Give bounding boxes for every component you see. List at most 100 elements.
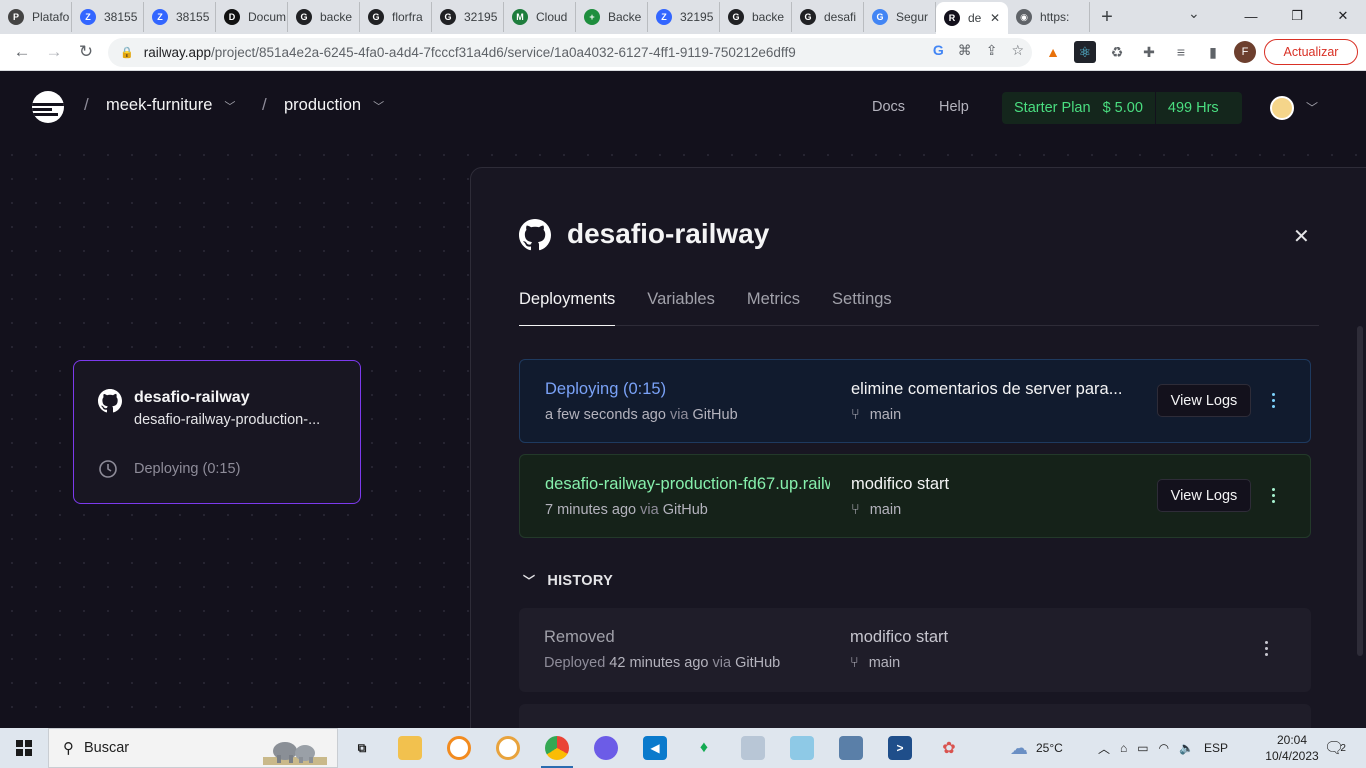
browser-tab[interactable]: D Docum [216, 2, 288, 32]
project-selector[interactable]: meek-furniture ﹀ [106, 96, 235, 115]
help-link[interactable]: Help [939, 99, 969, 115]
view-logs-button[interactable]: View Logs [1157, 479, 1251, 512]
tab-favicon-icon: R [944, 10, 960, 26]
reload-icon[interactable]: ↻ [70, 36, 102, 68]
service-status: Deploying (0:15) [134, 461, 241, 477]
google-icon[interactable]: G [933, 42, 944, 59]
service-url[interactable]: desafio-railway-production-... [134, 412, 320, 428]
weather-widget[interactable]: ☁ 25°C [1010, 728, 1063, 768]
minimize-icon[interactable]: — [1228, 0, 1274, 32]
view-logs-button[interactable]: View Logs [1157, 384, 1251, 417]
browser-tab[interactable]: G Segur [864, 2, 936, 32]
extension-lighthouse-icon[interactable]: ▲ [1042, 41, 1064, 63]
translate-icon[interactable]: ⌘ [958, 42, 972, 59]
chrome-icon[interactable] [541, 736, 573, 768]
docs-link[interactable]: Docs [872, 99, 905, 115]
side-panel-icon[interactable]: ▮ [1202, 41, 1224, 63]
app-icon[interactable] [741, 736, 765, 760]
file-explorer-icon[interactable] [398, 736, 422, 760]
media-queue-icon[interactable]: ≡ [1170, 41, 1192, 63]
maximize-icon[interactable]: ❐ [1274, 0, 1320, 32]
browser-tab[interactable]: M Cloud [504, 2, 576, 32]
network-icon[interactable]: ⌂ [1120, 741, 1127, 755]
back-icon[interactable]: ← [6, 36, 38, 68]
deployment-row[interactable]: Deploying (0:15) a few seconds ago via G… [519, 359, 1311, 443]
tab-close-icon[interactable]: ✕ [990, 11, 1000, 25]
user-avatar[interactable] [1270, 96, 1294, 120]
environment-selector[interactable]: production ﹀ [284, 96, 384, 115]
browser-tab[interactable]: Gdesafi [792, 2, 864, 32]
extension-react-icon[interactable]: ⚛ [1074, 41, 1096, 63]
weather-temp: 25°C [1036, 741, 1063, 755]
tab-search-icon[interactable]: ⌄ [1188, 5, 1200, 22]
app-icon[interactable] [790, 736, 814, 760]
branch-name: main [869, 407, 902, 423]
history-row[interactable] [519, 704, 1311, 728]
browser-tab[interactable]: Z 38155 [72, 2, 144, 32]
lock-icon[interactable]: 🔒 [120, 46, 134, 59]
more-options-icon[interactable] [1268, 386, 1278, 414]
taskbar-search[interactable]: ⚲ Buscar [48, 728, 338, 768]
language-indicator[interactable]: ESP [1204, 741, 1228, 755]
address-bar[interactable]: 🔒 railway.app/project/851a4e2a-6245-4fa0… [108, 38, 1032, 67]
chevron-up-icon[interactable]: ︿ [1098, 740, 1110, 757]
more-options-icon[interactable] [1268, 481, 1278, 509]
deployment-row[interactable]: desafio-railway-production-fd67.up.railw… [519, 454, 1311, 538]
deployment-url[interactable]: desafio-railway-production-fd67.up.railw… [545, 475, 830, 494]
extensions-puzzle-icon[interactable]: ✚ [1138, 41, 1160, 63]
extension-recycle-icon[interactable]: ♻ [1106, 41, 1128, 63]
service-card[interactable]: desafio-railway desafio-railway-producti… [73, 360, 361, 504]
firefox-like-icon[interactable] [447, 736, 471, 760]
vscode-icon[interactable]: ◀ [643, 736, 667, 760]
close-icon[interactable]: ✕ [1293, 224, 1310, 249]
windows-start-icon[interactable] [16, 740, 32, 756]
mongodb-icon[interactable]: ♦ [692, 736, 716, 760]
bookmark-star-icon[interactable]: ☆ [1011, 42, 1024, 59]
panel-scrollbar[interactable] [1357, 326, 1363, 656]
wifi-icon[interactable]: ◠ [1159, 741, 1169, 755]
update-button[interactable]: Actualizar [1264, 39, 1358, 65]
more-options-icon[interactable] [1261, 634, 1271, 662]
plan-badge[interactable]: Starter Plan $ 5.00 499 Hrs [1002, 92, 1242, 124]
taskbar-clock[interactable]: 20:04 10/4/2023 [1262, 732, 1322, 764]
tab-metrics[interactable]: Metrics [747, 290, 800, 326]
browser-tab[interactable]: G 32195 [432, 2, 504, 32]
top-navigation: / meek-furniture ﹀ / production ﹀ Docs H… [0, 71, 1366, 143]
browser-tab[interactable]: ◉ https: [1008, 2, 1090, 32]
tab-deployments[interactable]: Deployments [519, 290, 616, 326]
chevron-down-icon[interactable]: ﹀ [1306, 99, 1318, 116]
breadcrumb-separator: / [84, 95, 89, 114]
tab-favicon-icon: G [368, 9, 384, 25]
browser-tab[interactable]: Gbacke [720, 2, 792, 32]
browser-tab[interactable]: Z 32195 [648, 2, 720, 32]
tab-favicon-icon: G [296, 9, 312, 25]
browser-tab[interactable]: Rde ✕ [936, 2, 1008, 34]
share-icon[interactable]: ⇪ [986, 42, 998, 59]
close-window-icon[interactable]: ✕ [1320, 0, 1366, 32]
railway-logo-icon[interactable] [32, 91, 64, 123]
task-view-icon[interactable]: ⧉ [350, 736, 374, 760]
app-icon[interactable]: ✿ [937, 736, 961, 760]
deployment-status: Removed [544, 628, 615, 646]
browser-tab[interactable]: Gflorfra [360, 2, 432, 32]
browser-tab[interactable]: Z 38155 [144, 2, 216, 32]
profile-avatar[interactable]: F [1234, 41, 1256, 63]
volume-icon[interactable]: 🔈 [1179, 741, 1194, 755]
battery-icon[interactable]: ▭ [1137, 741, 1148, 755]
tab-variables[interactable]: Variables [647, 290, 715, 326]
history-toggle[interactable]: ﹀ HISTORY [523, 572, 613, 589]
browser-tab[interactable]: + Backe [576, 2, 648, 32]
new-tab-button[interactable]: + [1090, 2, 1124, 32]
git-branch-icon: ⑂ [850, 655, 859, 671]
browser-tab[interactable]: Gbacke [288, 2, 360, 32]
tab-settings[interactable]: Settings [832, 290, 892, 326]
forward-icon[interactable]: → [38, 36, 70, 68]
commit-message: modifico start [851, 475, 950, 493]
powershell-icon[interactable]: > [888, 736, 912, 760]
app-icon[interactable] [839, 736, 863, 760]
history-row[interactable]: Removed Deployed 42 minutes ago via GitH… [519, 608, 1311, 692]
notification-center[interactable]: 🗨 2 [1324, 728, 1346, 768]
discord-icon[interactable] [594, 736, 618, 760]
browser-tab[interactable]: P Platafo [0, 2, 72, 32]
browser-icon[interactable] [496, 736, 520, 760]
